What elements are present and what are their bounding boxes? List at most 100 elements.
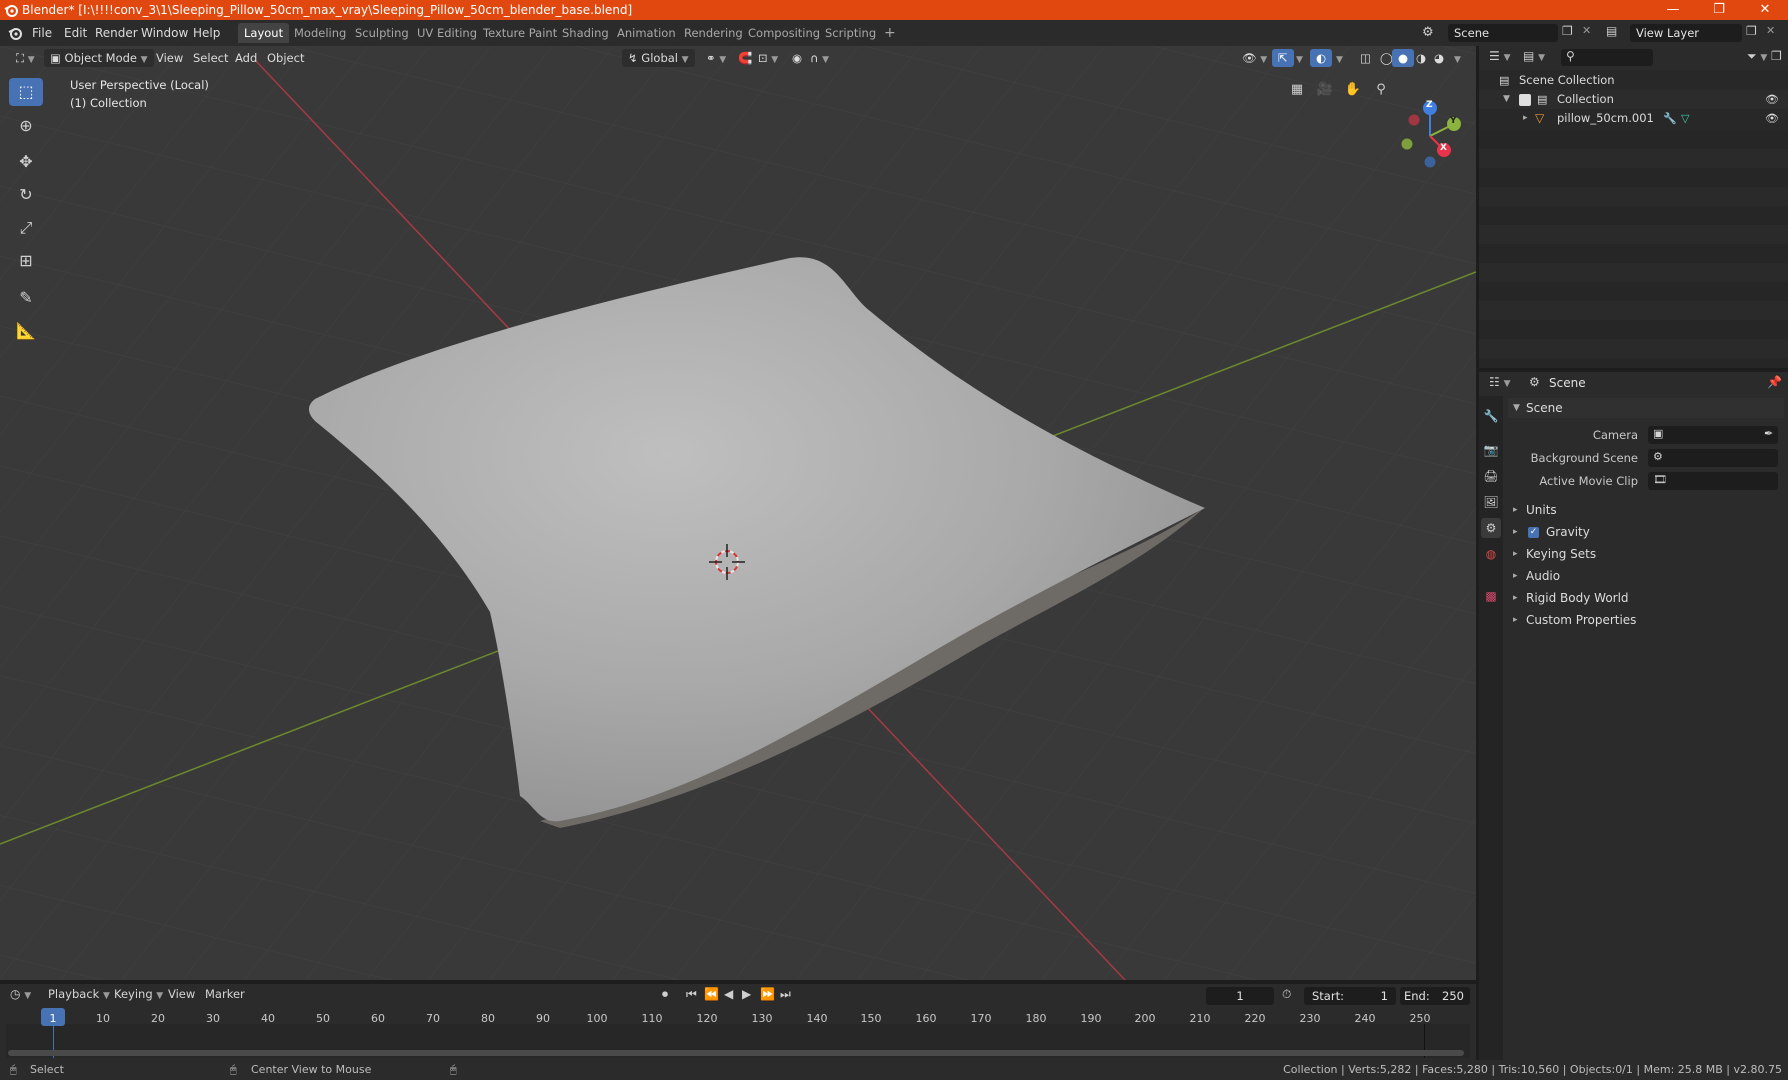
object-visibility-eye-icon[interactable]: 👁 bbox=[1765, 109, 1779, 128]
view-layer-field[interactable]: View Layer bbox=[1630, 24, 1742, 42]
gizmo-dropdown-icon[interactable]: ▼ bbox=[1290, 49, 1309, 67]
visibility-icon[interactable]: 👁 ▼ bbox=[1236, 49, 1273, 67]
jump-keyframe-forward-icon[interactable]: ⏩ bbox=[760, 987, 775, 1001]
annotate-tool[interactable]: ✎ bbox=[9, 284, 43, 312]
marker-menu[interactable]: Marker bbox=[205, 987, 245, 1001]
transform-orientation-select[interactable]: ↯ Global ▼ bbox=[622, 49, 695, 67]
gizmo-y-label[interactable]: Y bbox=[1450, 116, 1457, 126]
rigid-body-world-panel-header[interactable]: ▸ Rigid Body World bbox=[1508, 588, 1784, 608]
texture-tab-icon[interactable]: ▩ bbox=[1481, 586, 1501, 606]
collection-visibility-eye-icon[interactable]: 👁 bbox=[1765, 90, 1779, 109]
menu-select[interactable]: Select bbox=[187, 49, 234, 67]
new-view-layer-icon[interactable]: ❐ bbox=[1746, 24, 1757, 38]
mode-select[interactable]: ▣ Object Mode ▼ bbox=[44, 49, 154, 67]
close-button[interactable]: ✕ bbox=[1742, 0, 1788, 20]
end-frame-field[interactable]: End: 250 bbox=[1400, 987, 1470, 1005]
tab-compositing[interactable]: Compositing bbox=[742, 23, 826, 43]
outliner-search-input[interactable]: ⚲ bbox=[1561, 49, 1653, 66]
timeline-editor-type-icon[interactable]: ◷ ▼ bbox=[10, 987, 31, 1001]
transform-tool[interactable]: ⊞ bbox=[9, 247, 43, 275]
scene-field[interactable]: Scene bbox=[1448, 24, 1558, 42]
menu-file[interactable]: File bbox=[32, 25, 52, 41]
expand-arrow-icon[interactable]: ▼ bbox=[1503, 90, 1510, 109]
remove-view-layer-icon[interactable]: ✕ bbox=[1766, 24, 1775, 37]
filter-icon[interactable]: ⏷ ▼ bbox=[1747, 49, 1767, 64]
gravity-panel-header[interactable]: ▸ ✓ Gravity bbox=[1508, 522, 1784, 542]
tool-tab-icon[interactable]: 🔧 bbox=[1481, 406, 1501, 426]
output-tab-icon[interactable]: 🖨 bbox=[1481, 466, 1501, 486]
tab-rendering[interactable]: Rendering bbox=[678, 23, 749, 43]
measure-tool[interactable]: 📐 bbox=[9, 317, 43, 345]
tab-shading[interactable]: Shading bbox=[556, 23, 615, 43]
menu-add[interactable]: Add bbox=[229, 49, 263, 67]
new-collection-icon[interactable]: ❐ bbox=[1771, 49, 1782, 63]
new-scene-icon[interactable]: ❐ bbox=[1562, 24, 1573, 38]
collapse-arrow-icon[interactable]: ▸ bbox=[1523, 109, 1528, 128]
world-tab-icon[interactable]: ◍ bbox=[1481, 544, 1501, 564]
minimize-button[interactable]: — bbox=[1650, 0, 1696, 20]
menu-view[interactable]: View bbox=[150, 49, 189, 67]
gravity-checkbox[interactable]: ✓ bbox=[1528, 527, 1539, 538]
eyedropper-icon[interactable]: ✒ bbox=[1764, 427, 1773, 440]
display-mode-icon[interactable]: ▤ ▼ bbox=[1523, 49, 1545, 63]
overlay-dropdown-icon[interactable]: ▼ bbox=[1330, 49, 1349, 67]
current-frame-field[interactable]: 1 bbox=[1206, 987, 1274, 1005]
record-icon[interactable]: ⏺ bbox=[662, 987, 668, 1002]
play-reverse-icon[interactable]: ◀ bbox=[724, 987, 733, 1001]
tab-modeling[interactable]: Modeling bbox=[288, 23, 352, 43]
3d-viewport[interactable]: Z Y X User Perspective (Local) (1) Colle… bbox=[0, 46, 1476, 980]
tab-texture-paint[interactable]: Texture Paint bbox=[477, 23, 563, 43]
overlay-toggle-icon[interactable]: ◐ bbox=[1310, 49, 1333, 67]
shading-dropdown-icon[interactable]: ▼ bbox=[1448, 49, 1467, 67]
tab-sculpting[interactable]: Sculpting bbox=[349, 23, 415, 43]
start-frame-field[interactable]: Start: 1 bbox=[1304, 987, 1396, 1005]
pan-hand-icon[interactable]: ✋ bbox=[1341, 78, 1365, 102]
background-scene-field[interactable]: ⚙ bbox=[1648, 449, 1778, 467]
cursor-tool[interactable]: ⊕ bbox=[9, 112, 43, 140]
tab-scripting[interactable]: Scripting bbox=[819, 23, 882, 43]
preview-range-icon[interactable]: ⏱ bbox=[1282, 987, 1291, 1002]
render-tab-icon[interactable]: 📷 bbox=[1481, 440, 1501, 460]
falloff-icon[interactable]: ∩ ▼ bbox=[804, 49, 835, 67]
rendered-shading-icon[interactable]: ◕ bbox=[1428, 49, 1450, 67]
scene-panel-header[interactable]: ▼ Scene bbox=[1508, 398, 1784, 418]
move-tool[interactable]: ✥ bbox=[9, 148, 43, 176]
play-icon[interactable]: ▶ bbox=[742, 987, 751, 1001]
pivot-point-icon[interactable]: ⚭ ▼ bbox=[700, 49, 732, 67]
editor-type-icon[interactable]: ⛶ ▼ bbox=[10, 49, 41, 67]
select-box-tool[interactable]: ⬚ bbox=[9, 78, 43, 106]
mesh-data-icon[interactable]: ▽ bbox=[1681, 109, 1689, 128]
view-layer-tab-icon[interactable]: 🖼 bbox=[1481, 492, 1501, 512]
playback-menu[interactable]: Playback ▼ bbox=[48, 987, 110, 1001]
snap-target-icon[interactable]: ⊡ ▼ bbox=[752, 49, 784, 67]
timeline-scrollbar[interactable] bbox=[8, 1050, 1464, 1056]
keying-sets-panel-header[interactable]: ▸ Keying Sets bbox=[1508, 544, 1784, 564]
restore-button[interactable]: ❐ bbox=[1696, 0, 1742, 20]
camera-field[interactable]: ▣ ✒ bbox=[1648, 426, 1778, 444]
scale-tool[interactable]: ⤢ bbox=[9, 214, 43, 242]
keying-menu[interactable]: Keying ▼ bbox=[114, 987, 163, 1001]
tab-layout[interactable]: Layout bbox=[238, 23, 290, 43]
menu-edit[interactable]: Edit bbox=[64, 25, 87, 41]
menu-render[interactable]: Render bbox=[95, 25, 138, 41]
active-movie-clip-field[interactable]: 🎞 bbox=[1648, 472, 1778, 490]
zoom-icon[interactable]: ⚲ bbox=[1369, 78, 1393, 102]
scene-tab-icon[interactable]: ⚙ bbox=[1481, 518, 1501, 538]
modifier-wrench-icon[interactable]: 🔧 bbox=[1663, 109, 1677, 128]
jump-start-icon[interactable]: ⏮ bbox=[686, 987, 697, 1002]
outliner-row-object[interactable]: ▸ ▽ pillow_50cm.001 🔧 ▽ 👁 bbox=[1479, 109, 1788, 128]
menu-window[interactable]: Window bbox=[141, 25, 188, 41]
add-workspace-button[interactable]: + bbox=[878, 23, 902, 43]
menu-help[interactable]: Help bbox=[193, 25, 220, 41]
jump-keyframe-back-icon[interactable]: ⏪ bbox=[704, 987, 719, 1001]
jump-end-icon[interactable]: ⏭ bbox=[780, 987, 791, 1002]
scene-icon[interactable]: ⚙ bbox=[1422, 25, 1434, 40]
camera-view-icon[interactable]: 🎥 bbox=[1313, 78, 1337, 102]
properties-editor-type-icon[interactable]: ☷ ▼ bbox=[1489, 375, 1511, 389]
outliner-row-collection[interactable]: ▼ ▤ Collection 👁 bbox=[1479, 90, 1788, 109]
gizmo-x-label[interactable]: X bbox=[1440, 143, 1447, 153]
rotate-tool[interactable]: ↻ bbox=[9, 181, 43, 209]
tab-animation[interactable]: Animation bbox=[611, 23, 682, 43]
grid-toggle-icon[interactable]: ▦ bbox=[1285, 78, 1309, 102]
blender-menu-icon[interactable] bbox=[8, 26, 22, 40]
